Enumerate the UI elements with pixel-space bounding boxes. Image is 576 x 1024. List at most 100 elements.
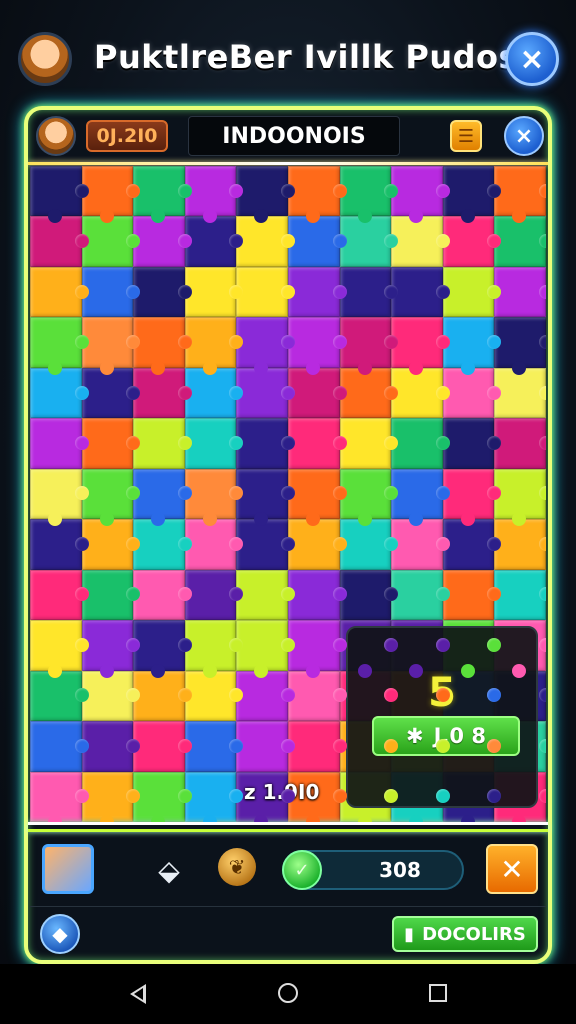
puzzle-piece[interactable]	[30, 216, 89, 267]
puzzle-piece[interactable]	[287, 468, 347, 527]
puzzle-piece[interactable]	[184, 266, 243, 318]
puzzle-piece[interactable]	[339, 468, 398, 527]
puzzle-piece[interactable]	[494, 367, 546, 419]
player-avatar[interactable]	[18, 32, 72, 86]
puzzle-piece[interactable]	[236, 670, 295, 722]
puzzle-piece[interactable]	[30, 266, 89, 318]
puzzle-piece[interactable]	[339, 317, 398, 376]
puzzle-piece[interactable]	[391, 317, 450, 376]
puzzle-piece[interactable]	[287, 620, 347, 679]
puzzle-piece[interactable]	[133, 367, 192, 419]
close-icon[interactable]: ×	[504, 116, 544, 156]
gem-icon[interactable]: ⬙	[152, 854, 186, 887]
puzzle-piece[interactable]	[133, 166, 192, 224]
puzzle-piece[interactable]	[81, 418, 140, 469]
puzzle-piece[interactable]	[442, 418, 501, 469]
preview-thumbnail[interactable]	[42, 844, 94, 894]
puzzle-piece[interactable]	[133, 468, 192, 527]
puzzle-piece[interactable]	[30, 317, 89, 376]
puzzle-piece[interactable]	[30, 721, 89, 772]
puzzle-piece[interactable]	[30, 367, 89, 419]
puzzle-piece[interactable]	[236, 216, 295, 267]
puzzle-piece[interactable]	[81, 468, 140, 527]
puzzle-piece[interactable]	[339, 367, 398, 419]
puzzle-piece[interactable]	[287, 216, 347, 267]
puzzle-piece[interactable]	[81, 569, 140, 621]
puzzle-piece[interactable]	[30, 771, 89, 822]
puzzle-piece[interactable]	[339, 569, 398, 621]
puzzle-piece[interactable]	[184, 418, 243, 469]
puzzle-piece[interactable]	[133, 771, 192, 822]
puzzle-piece[interactable]	[133, 519, 192, 570]
puzzle-piece[interactable]	[133, 569, 192, 621]
puzzle-piece[interactable]	[133, 670, 192, 722]
puzzle-piece[interactable]	[287, 367, 347, 419]
recents-icon[interactable]	[429, 984, 447, 1002]
puzzle-piece[interactable]	[442, 367, 501, 419]
puzzle-piece[interactable]	[133, 216, 192, 267]
puzzle-piece[interactable]	[236, 569, 295, 621]
puzzle-piece[interactable]	[287, 569, 347, 621]
hint-icon[interactable]: ✕	[486, 844, 538, 894]
puzzle-piece[interactable]	[236, 620, 295, 679]
puzzle-piece[interactable]	[81, 216, 140, 267]
puzzle-piece[interactable]	[30, 670, 89, 722]
home-icon[interactable]	[278, 983, 298, 1003]
green-action-button[interactable]: ▮ DOCOLIRS	[392, 916, 538, 952]
puzzle-piece[interactable]	[81, 166, 140, 224]
puzzle-piece[interactable]	[494, 418, 546, 469]
check-orb-icon[interactable]: ✓	[282, 850, 322, 890]
puzzle-piece[interactable]	[287, 266, 347, 318]
puzzle-piece[interactable]	[442, 166, 501, 224]
puzzle-piece[interactable]	[81, 670, 140, 722]
puzzle-piece[interactable]	[287, 418, 347, 469]
puzzle-piece[interactable]	[339, 266, 398, 318]
diamond-icon[interactable]: ◆	[40, 914, 80, 954]
puzzle-piece[interactable]	[81, 367, 140, 419]
puzzle-piece[interactable]	[81, 317, 140, 376]
puzzle-piece[interactable]	[339, 216, 398, 267]
puzzle-piece[interactable]	[339, 418, 398, 469]
puzzle-piece[interactable]	[184, 317, 243, 376]
puzzle-piece[interactable]	[133, 317, 192, 376]
mini-avatar[interactable]	[36, 116, 76, 156]
puzzle-piece[interactable]	[133, 620, 192, 679]
puzzle-piece[interactable]	[184, 519, 243, 570]
puzzle-piece[interactable]	[236, 266, 295, 318]
puzzle-piece[interactable]	[236, 166, 295, 224]
puzzle-piece[interactable]	[494, 266, 546, 318]
puzzle-piece[interactable]	[287, 166, 347, 224]
puzzle-piece[interactable]	[494, 468, 546, 527]
puzzle-piece[interactable]	[287, 519, 347, 570]
puzzle-piece[interactable]	[81, 266, 140, 318]
puzzle-piece[interactable]	[30, 620, 89, 679]
puzzle-piece[interactable]	[184, 721, 243, 772]
puzzle-piece[interactable]	[494, 317, 546, 376]
puzzle-piece[interactable]	[391, 216, 450, 267]
puzzle-piece[interactable]	[442, 216, 501, 267]
puzzle-piece[interactable]	[236, 721, 295, 772]
close-icon[interactable]: ×	[505, 32, 559, 86]
puzzle-piece[interactable]	[339, 166, 398, 224]
puzzle-piece[interactable]	[184, 216, 243, 267]
puzzle-piece[interactable]	[287, 317, 347, 376]
puzzle-piece[interactable]	[494, 519, 546, 570]
puzzle-piece[interactable]	[391, 266, 450, 318]
puzzle-piece[interactable]	[184, 569, 243, 621]
puzzle-piece[interactable]	[339, 519, 398, 570]
puzzle-piece[interactable]	[391, 166, 450, 224]
puzzle-piece[interactable]	[133, 266, 192, 318]
puzzle-piece[interactable]	[30, 418, 89, 469]
puzzle-piece[interactable]	[30, 468, 89, 527]
puzzle-piece[interactable]	[133, 418, 192, 469]
puzzle-piece[interactable]	[442, 317, 501, 376]
puzzle-piece[interactable]	[236, 519, 295, 570]
puzzle-piece[interactable]	[184, 670, 243, 722]
puzzle-piece[interactable]	[81, 620, 140, 679]
puzzle-piece[interactable]	[442, 468, 501, 527]
puzzle-piece[interactable]	[184, 771, 243, 822]
puzzle-piece[interactable]	[81, 771, 140, 822]
puzzle-piece[interactable]	[391, 569, 450, 621]
leaf-icon[interactable]: ❦	[218, 848, 256, 886]
puzzle-piece[interactable]	[81, 721, 140, 772]
